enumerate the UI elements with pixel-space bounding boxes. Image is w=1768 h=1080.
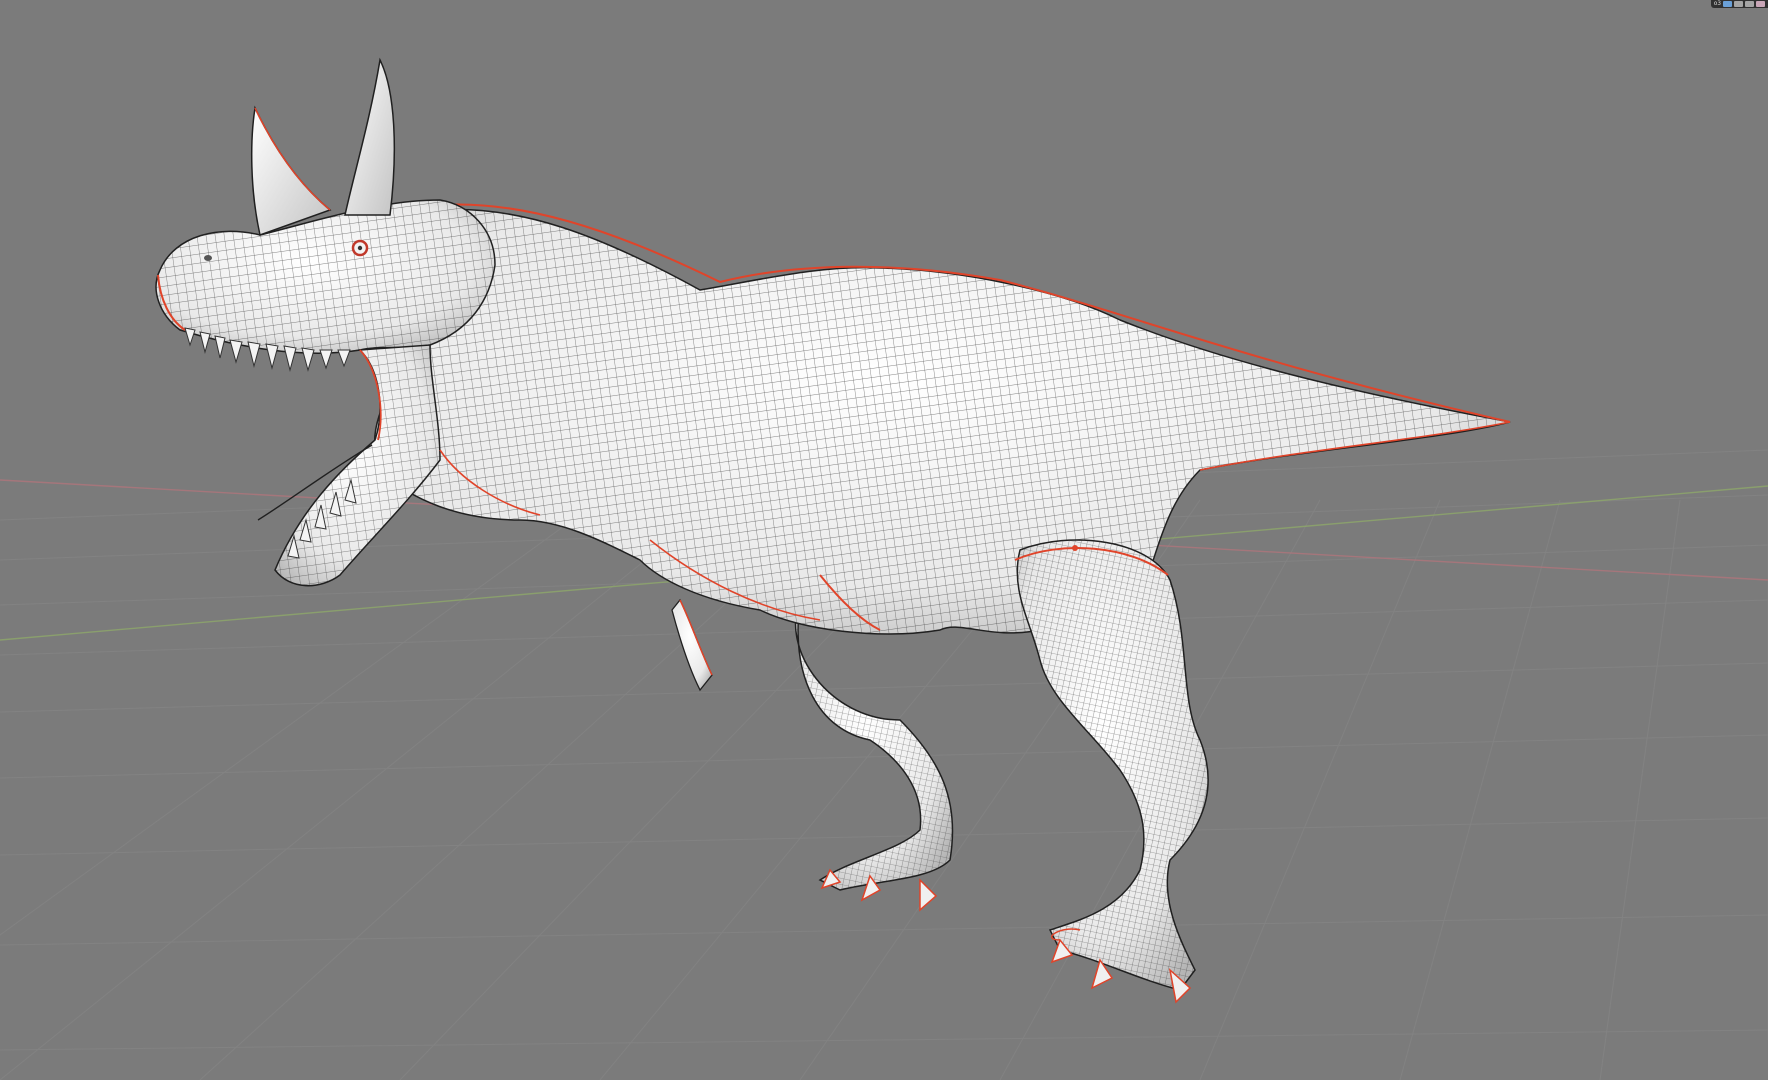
overlay-label: o3: [1713, 0, 1721, 7]
viewport-scene[interactable]: [0, 0, 1768, 1080]
carnotaurus-mesh[interactable]: [155, 57, 1511, 1004]
viewport-shading-material-icon[interactable]: [1734, 1, 1743, 7]
viewport-shading-rendered-icon[interactable]: [1745, 1, 1754, 7]
arm: [671, 598, 713, 692]
lower-jaw: [257, 344, 441, 587]
left-horn: [250, 105, 332, 236]
near-leg: [1014, 539, 1209, 1004]
viewport-overlay-toolbar: o3: [1710, 0, 1768, 8]
right-horn: [344, 57, 396, 216]
3d-viewport[interactable]: o3: [0, 0, 1768, 1080]
head: [155, 57, 496, 372]
overlay-toggle-icon[interactable]: [1756, 1, 1765, 7]
viewport-shading-solid-icon[interactable]: [1723, 1, 1732, 7]
